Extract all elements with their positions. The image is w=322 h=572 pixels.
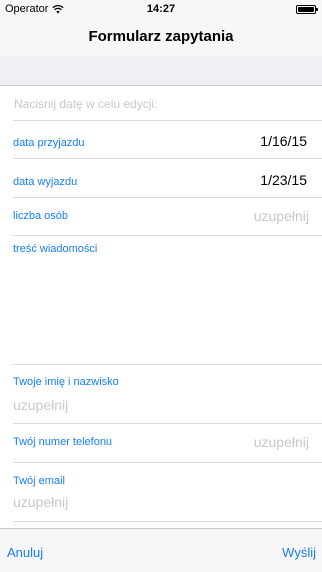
bottom-toolbar: Anuluj Wyślij (0, 528, 322, 572)
send-button[interactable]: Wyślij (282, 545, 316, 560)
phone-label: Twój numer telefonu (13, 436, 113, 448)
people-count-row[interactable]: liczba osób uzupełnij (0, 198, 322, 235)
date-edit-hint: Nacisnij datę w celu edycji: (14, 97, 158, 111)
arrival-date-value[interactable]: 1/16/15 (260, 133, 307, 149)
section-gap (0, 56, 322, 86)
status-bar: Operator 14:27 (0, 0, 322, 20)
name-label: Twoje imię i nazwisko (13, 376, 119, 388)
navigation-bar: Formularz zapytania (0, 20, 322, 56)
arrival-date-row[interactable]: data przyjazdu 1/16/15 (0, 121, 322, 158)
name-row[interactable]: Twoje imię i nazwisko uzupełnij (0, 365, 322, 423)
arrival-date-label: data przyjazdu (13, 137, 85, 149)
departure-date-row[interactable]: data wyjazdu 1/23/15 (0, 159, 322, 197)
name-input[interactable]: uzupełnij (13, 397, 68, 413)
phone-input[interactable]: uzupełnij (254, 434, 309, 450)
status-time: 14:27 (146, 3, 176, 15)
phone-row[interactable]: Twój numer telefonu uzupełnij (0, 424, 322, 462)
page-title: Formularz zapytania (88, 28, 234, 45)
message-label: treść wiadomości (13, 243, 98, 255)
people-count-label: liczba osób (13, 210, 69, 222)
cancel-button[interactable]: Anuluj (7, 545, 43, 560)
people-count-input[interactable]: uzupełnij (254, 208, 309, 224)
message-row[interactable]: treść wiadomości (0, 236, 322, 364)
battery-icon (296, 5, 318, 14)
departure-date-label: data wyjazdu (13, 176, 78, 188)
email-row[interactable]: Twój email uzupełnij (0, 463, 322, 521)
email-label: Twój email (13, 475, 65, 487)
divider (13, 521, 322, 522)
departure-date-value[interactable]: 1/23/15 (260, 172, 307, 188)
email-input[interactable]: uzupełnij (13, 494, 68, 510)
